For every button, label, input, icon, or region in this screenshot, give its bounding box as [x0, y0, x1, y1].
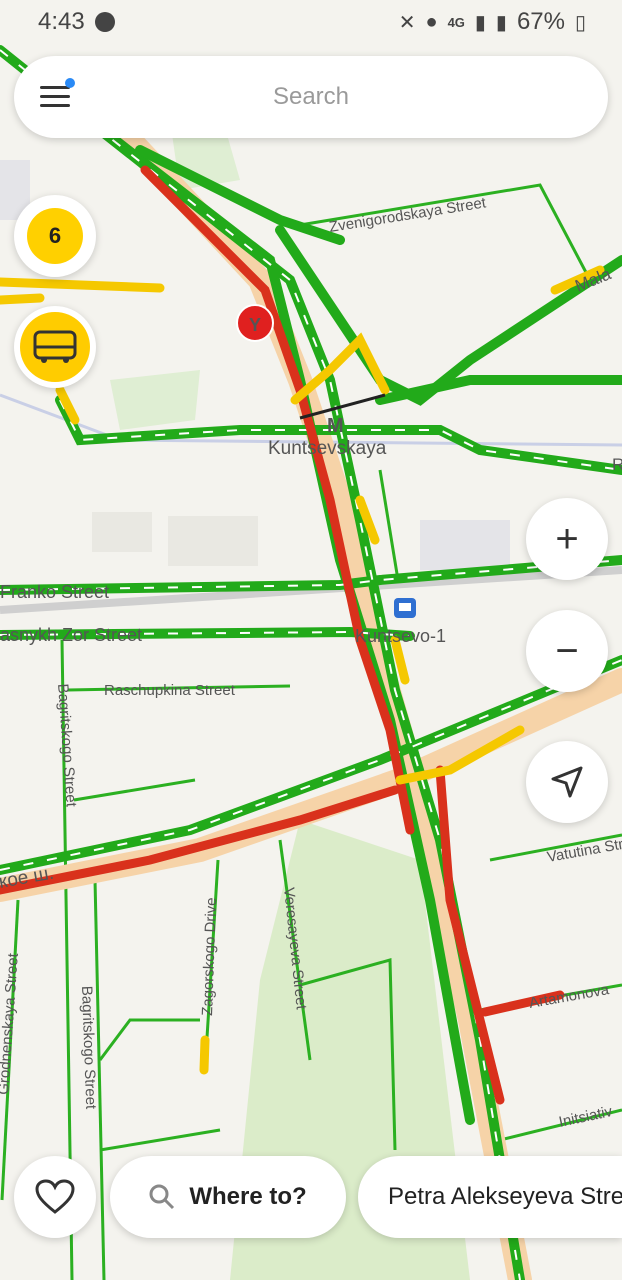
park-area	[110, 370, 200, 430]
traffic-score-badge: 6	[27, 208, 83, 264]
music-icon	[94, 12, 115, 32]
heart-icon	[35, 1179, 75, 1214]
metro-icon: M	[327, 415, 344, 437]
minus-icon: −	[555, 628, 579, 673]
railway-station-label: Kuntsevo-1	[355, 626, 446, 646]
building	[168, 516, 258, 566]
status-time: 4:43	[38, 8, 85, 35]
battery-percentage: 67%	[516, 8, 565, 35]
map-pin-letter: Y	[249, 315, 261, 335]
street-label-raschupkina: Raschupkina Street	[104, 682, 236, 699]
network-type-label: 4G	[447, 14, 465, 30]
destination-suggestion[interactable]: Petra Alekseyeva Stre	[358, 1156, 622, 1238]
where-to-button[interactable]: Where to?	[110, 1156, 346, 1238]
street-label-r: R	[612, 455, 622, 474]
notification-dot	[65, 78, 75, 88]
destination-suggestion-label: Petra Alekseyeva Stre	[388, 1183, 622, 1210]
zoom-in-button[interactable]: +	[526, 498, 608, 580]
street-label-krasnykh-zor: asnykh Zor Street	[0, 625, 142, 645]
search-icon	[149, 1184, 175, 1210]
navigation-arrow-icon	[551, 766, 583, 798]
plus-icon: +	[555, 516, 579, 561]
where-to-label: Where to?	[189, 1183, 307, 1210]
street-label-franko: Franko Street	[0, 582, 109, 602]
signal-icon: ▮	[474, 11, 486, 34]
menu-button[interactable]	[40, 78, 75, 112]
building	[420, 520, 510, 570]
mute-icon: ✕	[398, 11, 416, 34]
traffic-button[interactable]: 6	[14, 195, 96, 277]
search-bar[interactable]: Search	[14, 56, 608, 138]
battery-icon: ▯	[574, 11, 586, 34]
bus-icon-wrap	[20, 312, 90, 382]
search-input[interactable]: Search	[14, 83, 608, 111]
zoom-out-button[interactable]: −	[526, 610, 608, 692]
building	[92, 512, 152, 552]
transit-button[interactable]	[14, 306, 96, 388]
metro-station-label: Kuntsevskaya	[268, 438, 387, 459]
railway-station-icon-glyph	[399, 603, 411, 611]
my-location-button[interactable]	[526, 741, 608, 823]
location-icon: ●	[425, 10, 438, 33]
bus-icon	[33, 330, 77, 363]
status-bar: 4:43 ✕ ● 4G ▮ ▮ 67% ▯	[0, 0, 622, 44]
signal-icon-2: ▮	[495, 11, 507, 34]
favorites-button[interactable]	[14, 1156, 96, 1238]
